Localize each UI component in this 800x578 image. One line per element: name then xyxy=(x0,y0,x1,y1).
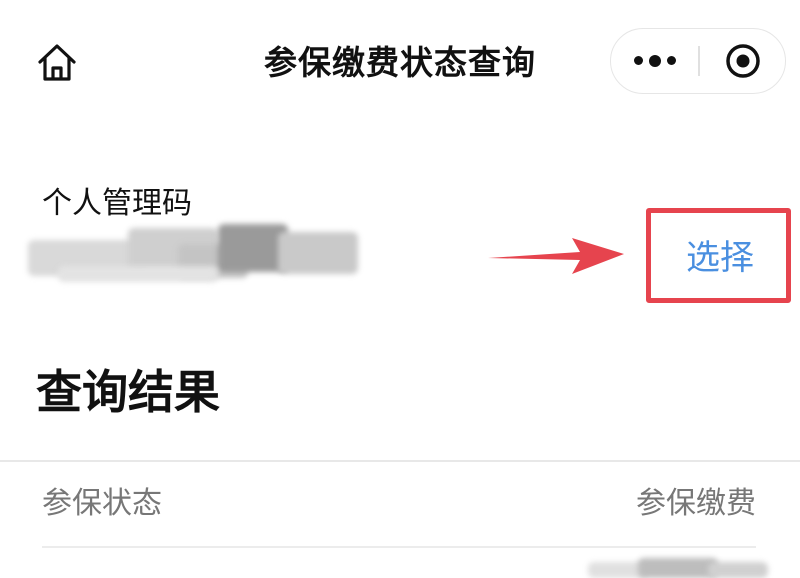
annotation-arrow xyxy=(488,238,624,274)
target-close-icon xyxy=(725,43,760,78)
home-icon xyxy=(38,44,76,81)
result-value-redacted xyxy=(588,558,768,578)
navigation-bar: 参保缴费状态查询 xyxy=(0,0,800,125)
page-title: 参保缴费状态查询 xyxy=(264,43,536,82)
more-dots-icon xyxy=(634,56,643,65)
personal-code-label: 个人管理码 xyxy=(42,186,192,221)
results-title: 查询结果 xyxy=(36,365,220,419)
column-header-status: 参保状态 xyxy=(42,486,162,521)
results-divider xyxy=(0,460,800,462)
column-header-payment: 参保缴费 xyxy=(636,486,756,521)
mini-program-capsule xyxy=(610,28,786,94)
more-dots-icon-end xyxy=(667,56,676,65)
row-divider xyxy=(42,546,756,548)
close-mini-program-button[interactable] xyxy=(700,29,785,92)
personal-code-value-redacted xyxy=(28,222,358,288)
more-dots-icon-center xyxy=(649,54,661,67)
more-button[interactable] xyxy=(611,29,699,92)
select-code-button[interactable]: 选择 xyxy=(678,236,762,280)
home-button[interactable] xyxy=(34,40,80,86)
